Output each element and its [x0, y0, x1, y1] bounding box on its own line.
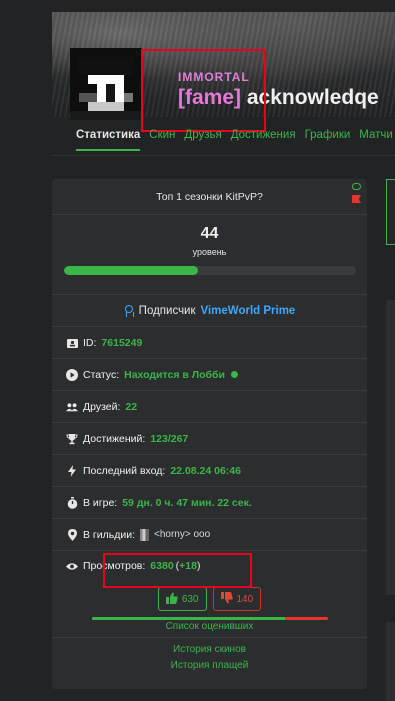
map-marker-icon — [66, 528, 78, 541]
eye-icon — [66, 560, 78, 572]
report-flag-icon[interactable] — [352, 195, 361, 203]
subscription-label: Подписчик — [138, 304, 196, 317]
id-row: ID: 7615249 — [52, 327, 367, 359]
achievements-value[interactable]: 123/267 — [150, 433, 188, 445]
rating-ratio-bar — [91, 617, 328, 620]
last-login-label: Последний вход: — [83, 464, 166, 477]
rated-list-link[interactable]: Список оценивших — [52, 621, 367, 632]
guild-value[interactable]: <horny> ooo — [154, 529, 210, 540]
side-panel — [386, 622, 395, 701]
dislike-count: 140 — [236, 593, 254, 605]
guild-label: В гильдии: — [83, 528, 135, 541]
stopwatch-icon — [66, 496, 78, 509]
subscription-name[interactable]: VimeWorld Prime — [201, 305, 296, 317]
highlight-box-views — [103, 553, 252, 588]
level-progress-fill — [63, 266, 198, 275]
chat-icon[interactable] — [352, 183, 361, 190]
divider — [52, 637, 367, 638]
id-value: 7615249 — [101, 336, 143, 349]
side-panel — [386, 300, 395, 595]
side-panel — [386, 179, 395, 245]
cape-history-link[interactable]: История плащей — [52, 660, 367, 671]
friends-value[interactable]: 22 — [125, 401, 137, 413]
rating-ratio-fill — [91, 617, 285, 620]
status-message-row: Топ 1 сезонки KitPvP? — [52, 179, 367, 215]
achievements-label: Достижений: — [83, 432, 146, 445]
player-name: acknowledqe — [246, 86, 379, 109]
status-label: Статус: — [83, 368, 120, 381]
level-progress-bar — [63, 266, 356, 275]
avatar — [70, 48, 142, 120]
id-card-icon — [66, 337, 78, 349]
subscription-row: Подписчик VimeWorld Prime — [52, 295, 367, 327]
level-label: уровень — [192, 247, 227, 257]
status-row: Статус: Находится в Лобби — [52, 359, 367, 391]
friends-row: Друзей: 22 — [52, 391, 367, 423]
status-value: Находится в Лобби — [124, 368, 225, 381]
profile-tabs: Статистика Скин Друзья Достижения График… — [76, 129, 393, 151]
last-login-row: Последний вход: 22.08.24 06:46 — [52, 455, 367, 487]
thumbs-up-icon — [165, 592, 178, 607]
users-icon — [66, 401, 78, 413]
tab-achievements[interactable]: Достижения — [231, 129, 296, 151]
playtime-row: В игре: 59 дн. 0 ч. 47 мин. 22 сек. — [52, 487, 367, 519]
friends-label: Друзей: — [83, 400, 121, 413]
thumbs-down-icon — [220, 591, 233, 607]
id-label: ID: — [83, 336, 97, 349]
achievements-row: Достижений: 123/267 — [52, 423, 367, 455]
skin-history-link[interactable]: История скинов — [52, 644, 367, 655]
tab-friends[interactable]: Друзья — [184, 129, 221, 151]
badge-ribbon-icon — [124, 304, 134, 317]
card-actions — [352, 183, 361, 203]
tab-statistics[interactable]: Статистика — [76, 129, 141, 151]
bolt-icon — [66, 464, 78, 477]
tab-skin[interactable]: Скин — [149, 129, 175, 151]
tabs-divider — [52, 155, 395, 156]
last-login-value: 22.08.24 06:46 — [170, 464, 241, 477]
guild-emblem-icon — [140, 528, 149, 541]
tab-matches[interactable]: Матчи — [359, 129, 393, 151]
guild-row: В гильдии: <horny> ooo — [52, 519, 367, 551]
tab-charts[interactable]: Графики — [305, 129, 351, 151]
play-circle-icon — [66, 368, 78, 381]
level-block: 44 уровень — [52, 215, 367, 295]
dislike-button[interactable]: 140 — [212, 587, 262, 611]
trophy-icon — [66, 433, 78, 445]
like-count: 630 — [181, 593, 199, 605]
playtime-label: В игре: — [83, 496, 118, 509]
online-indicator — [230, 371, 238, 378]
playtime-value: 59 дн. 0 ч. 47 мин. 22 сек. — [122, 496, 252, 509]
highlight-box-name — [141, 49, 266, 132]
like-button[interactable]: 630 — [157, 587, 207, 611]
level-value: 44 — [200, 225, 219, 242]
profile-card: Топ 1 сезонки KitPvP? 44 уровень Подписч… — [52, 179, 367, 689]
status-message: Топ 1 сезонки KitPvP? — [156, 190, 263, 203]
